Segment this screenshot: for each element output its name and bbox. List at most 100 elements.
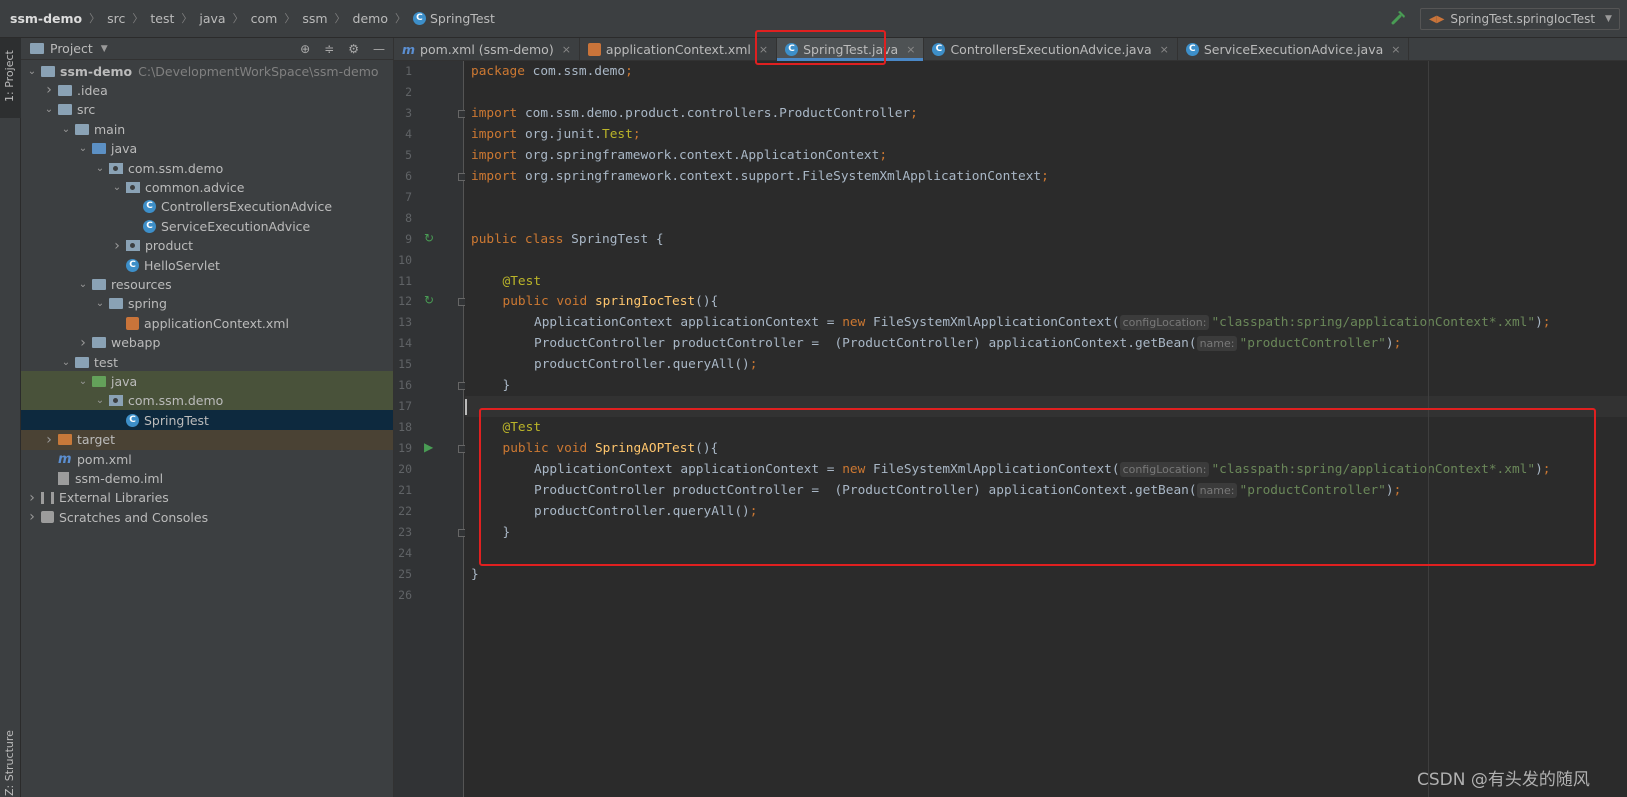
editor-tab[interactable]: applicationContext.xml × [580,38,778,61]
collapse-all-icon[interactable]: ≑ [324,42,334,56]
editor-tabs: m pom.xml (ssm-demo) × applicationContext.x… [394,38,1627,61]
tree-item[interactable]: › External Libraries [21,488,393,508]
code-token: com.ssm.demo.product.controllers.Product… [524,105,911,121]
tree-item[interactable]: ⌄ java [21,371,393,392]
tree-item[interactable]: › .idea [21,80,393,100]
expand-arrow-icon[interactable]: ⌄ [61,357,71,368]
java-class-icon: C [932,43,946,56]
folder-icon [92,337,106,349]
tree-item-label: src [77,102,96,118]
gear-icon[interactable]: ⚙ [348,42,359,56]
expand-arrow-icon[interactable]: ⌄ [95,298,105,309]
code-line: @Test [465,271,542,292]
tree-item[interactable]: › Scratches and Consoles [21,507,393,527]
expand-arrow-icon[interactable]: ⌄ [95,395,105,406]
breadcrumb-separator-icon: 〉 [132,12,144,25]
tree-item[interactable]: ⌄ common.advice [21,177,393,197]
breadcrumb-item[interactable]: src [107,11,125,26]
collapse-arrow-icon[interactable]: › [112,238,122,254]
tree-item[interactable]: ⌄ test [21,352,393,372]
close-icon[interactable]: × [1391,43,1400,56]
project-panel-header: Project ▼ ⊕ ≑ ⚙ — [21,38,393,60]
tree-item[interactable]: › webapp [21,333,393,353]
line-number: 14 [398,336,412,351]
expand-arrow-icon[interactable]: ⌄ [78,143,88,154]
watermark: CSDN @有头发的随风 [1417,770,1590,790]
run-test-icon[interactable]: ▶ [424,440,433,454]
collapse-arrow-icon[interactable]: › [44,82,54,98]
tree-item[interactable]: ⌄ com.ssm.demo [21,390,393,411]
project-panel: Project ▼ ⊕ ≑ ⚙ — ⌄ ssm-demo C:\Developmen… [21,38,394,797]
expand-arrow-icon[interactable]: ⌄ [61,124,71,135]
expand-arrow-icon[interactable]: ⌄ [78,376,88,387]
folder-icon [58,104,72,116]
tree-item[interactable]: C ControllersExecutionAdvice [21,197,393,217]
build-hammer-icon[interactable] [1390,9,1408,27]
close-icon[interactable]: × [1160,43,1169,56]
highlight-box-active-tab [755,30,886,65]
code-token: import [471,126,525,142]
tree-item[interactable]: › target [21,429,393,450]
expand-arrow-icon[interactable]: ⌄ [44,104,54,115]
tree-item-label: product [145,238,194,254]
tree-item[interactable]: C ServiceExecutionAdvice [21,216,393,236]
run-configuration-selector[interactable]: ◀▶ SpringTest.springIocTest ▼ [1420,8,1620,30]
xml-file-icon [587,43,601,56]
tree-item[interactable]: ⌄ spring [21,294,393,314]
tree-item[interactable]: ⌄ main [21,119,393,139]
breadcrumb-item[interactable]: SpringTest [430,11,495,26]
expand-arrow-icon[interactable]: ⌄ [112,182,122,193]
tree-item[interactable]: m pom.xml [21,449,393,469]
java-class-icon: C [126,413,139,427]
expand-arrow-icon[interactable]: ⌄ [27,66,37,77]
code-token: (){ [695,294,719,310]
tree-item[interactable]: applicationContext.xml [21,313,393,333]
collapse-arrow-icon[interactable]: › [78,335,88,351]
tree-item[interactable]: ⌄ ssm-demo C:\DevelopmentWorkSpace\ssm-dem… [21,61,393,81]
folder-icon [30,43,44,54]
editor-tab[interactable]: C ServiceExecutionAdvice.java × [1178,38,1410,61]
structure-tool-label[interactable]: Z: Structure [3,730,16,796]
tree-item[interactable]: ⌄ com.ssm.demo [21,158,393,178]
breadcrumb-item[interactable]: ssm-demo [10,11,82,26]
breadcrumb-item[interactable]: ssm [302,11,327,26]
tree-item[interactable]: C HelloServlet [21,255,393,275]
close-icon[interactable]: × [562,43,571,56]
collapse-arrow-icon[interactable]: › [44,432,54,448]
java-class-icon: C [143,219,156,233]
editor-tab[interactable]: m pom.xml (ssm-demo) × [394,38,580,61]
run-class-icon[interactable]: ↻ [424,231,434,245]
collapse-arrow-icon[interactable]: › [27,490,37,506]
run-test-passed-icon[interactable]: ↻ [424,293,434,307]
breadcrumb-item[interactable]: java [199,11,225,26]
java-class-icon: C [1185,43,1199,56]
tree-item[interactable]: ⌄ java [21,139,393,159]
breadcrumb-item[interactable]: demo [353,11,388,26]
expand-arrow-icon[interactable]: ⌄ [78,279,88,290]
code-token: ApplicationContext applicationContext = [534,315,843,331]
tree-item[interactable]: C SpringTest [21,410,393,431]
breadcrumb-item[interactable]: com [251,11,278,26]
expand-arrow-icon[interactable]: ⌄ [95,163,105,174]
line-number: 4 [405,126,412,141]
line-number: 2 [405,84,412,99]
folder-icon [109,298,123,310]
chevron-down-icon[interactable]: ▼ [101,44,108,54]
project-panel-title[interactable]: Project [50,41,93,56]
breadcrumb-item[interactable]: test [150,11,174,26]
libraries-icon [41,491,54,504]
collapse-arrow-icon[interactable]: › [27,509,37,525]
code-line: } [465,564,479,585]
tree-item[interactable]: ⌄ src [21,100,393,120]
tree-item[interactable]: ⌄ resources [21,274,393,294]
locate-file-icon[interactable]: ⊕ [300,42,310,56]
code-token: } [471,566,479,582]
close-icon[interactable]: × [906,43,915,56]
tree-item[interactable]: ssm-demo.iml [21,468,393,488]
tree-item[interactable]: › product [21,236,393,256]
hide-panel-icon[interactable]: — [373,42,385,56]
project-tool-label[interactable]: 1: Project [3,50,16,102]
editor-tab[interactable]: C ControllersExecutionAdvice.java × [924,38,1178,61]
code-line: import org.springframework.context.suppo… [465,166,1049,187]
